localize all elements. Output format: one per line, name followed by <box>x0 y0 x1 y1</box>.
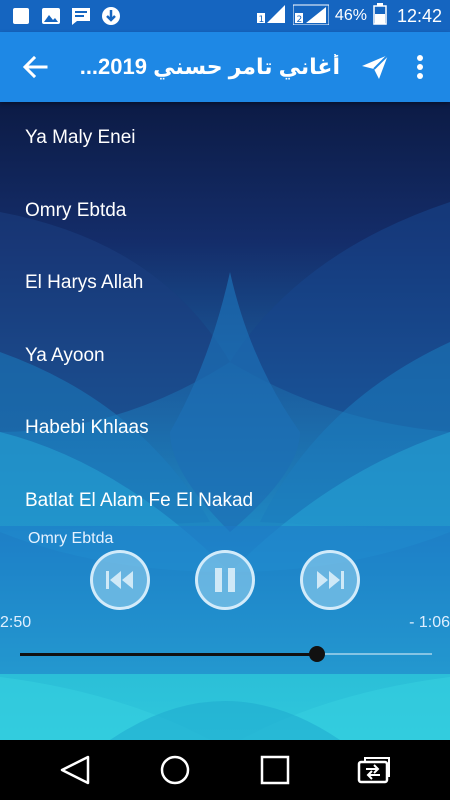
list-item[interactable]: El Harys Allah <box>0 247 450 320</box>
list-item[interactable]: Habebi Khlaas <box>0 392 450 465</box>
stop-icon <box>10 5 32 27</box>
song-title: Omry Ebtda <box>25 199 127 221</box>
arrow-back-icon[interactable] <box>20 52 50 82</box>
recents-square-icon[interactable] <box>258 755 292 785</box>
song-title: Habebi Khlaas <box>25 417 149 439</box>
main-content: Ya Maly Enei Omry Ebtda El Harys Allah Y… <box>0 102 450 740</box>
list-item[interactable]: Omry Ebtda <box>0 175 450 248</box>
song-title: Batlat El Alam Fe El Nakad <box>25 489 254 511</box>
sim2-signal-icon: 2 <box>292 3 330 30</box>
switch-app-icon[interactable] <box>356 755 390 785</box>
status-bar: 1 2 46% 12:42 <box>0 0 450 32</box>
message-icon <box>70 5 92 27</box>
fast-forward-button[interactable] <box>300 550 360 610</box>
song-list: Ya Maly Enei Omry Ebtda El Harys Allah Y… <box>0 102 450 537</box>
clock: 12:42 <box>396 5 442 26</box>
list-item[interactable]: Ya Maly Enei <box>0 102 450 175</box>
back-triangle-icon[interactable] <box>58 755 92 785</box>
home-circle-icon[interactable] <box>158 755 192 785</box>
app-bar: أغاني تامر حسني 2019... <box>0 32 450 102</box>
sim1-signal-icon: 1 <box>256 3 287 30</box>
svg-text:2: 2 <box>296 15 302 25</box>
seek-thumb[interactable] <box>308 646 325 662</box>
rewind-button[interactable] <box>90 550 150 610</box>
player-panel: Omry Ebtda 2:50 - 1:06 <box>0 526 450 674</box>
rewind-icon <box>106 571 133 589</box>
song-title: Ya Ayoon <box>25 344 105 366</box>
battery-icon <box>373 2 387 30</box>
seek-progress <box>20 653 317 656</box>
song-title: Ya Maly Enei <box>25 127 136 149</box>
list-item[interactable]: Ya Ayoon <box>0 320 450 393</box>
seek-bar[interactable] <box>20 646 432 662</box>
page-title: أغاني تامر حسني 2019... <box>79 54 340 79</box>
now-playing-title: Omry Ebtda <box>28 530 114 547</box>
elapsed-time: 2:50 <box>0 614 32 631</box>
pause-button[interactable] <box>195 550 255 610</box>
svg-text:1: 1 <box>258 15 264 25</box>
system-nav-bar <box>0 740 450 800</box>
song-title: El Harys Allah <box>25 272 144 294</box>
more-vert-icon[interactable] <box>410 52 430 82</box>
image-icon <box>40 5 62 27</box>
send-icon[interactable] <box>360 52 390 82</box>
download-icon <box>100 5 122 27</box>
fast-forward-icon <box>317 571 344 589</box>
pause-icon <box>215 568 235 592</box>
battery-percent: 46% <box>334 7 367 24</box>
remaining-time: - 1:06 <box>409 614 450 631</box>
